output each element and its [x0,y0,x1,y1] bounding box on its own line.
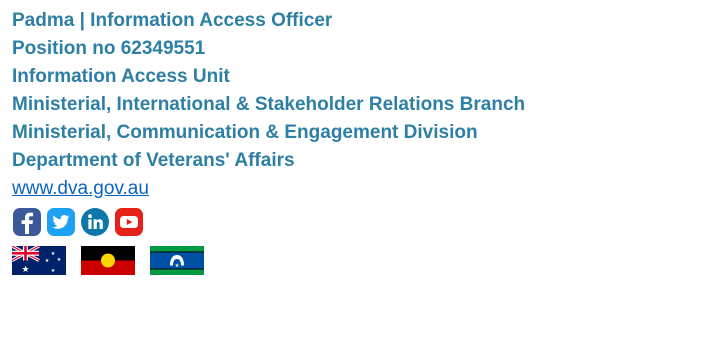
flags-row: ★ ★ ★ ★ ★ ★ [12,246,702,275]
svg-text:★: ★ [51,268,56,274]
division-name: Ministerial, Communication & Engagement … [12,122,478,143]
svg-text:★: ★ [21,265,29,275]
position-number: Position no 62349551 [12,38,206,59]
social-icons [12,206,702,238]
australian-flag: ★ ★ ★ ★ ★ [12,246,66,275]
twitter-icon[interactable] [46,207,76,237]
svg-text:★: ★ [57,257,62,263]
svg-text:★: ★ [175,263,180,269]
department-name: Department of Veterans' Affairs [12,150,295,171]
svg-text:★: ★ [45,258,50,264]
aboriginal-flag [81,246,135,275]
unit-name: Information Access Unit [12,66,230,87]
linkedin-icon[interactable] [80,207,110,237]
facebook-icon[interactable] [12,207,42,237]
email-signature: Padma | Information Access Officer Posit… [12,7,702,275]
svg-text:★: ★ [51,251,56,257]
website-link[interactable]: www.dva.gov.au [12,175,149,203]
torres-strait-islander-flag: ★ [150,246,204,275]
name-title: Padma | Information Access Officer [12,10,333,31]
youtube-icon[interactable] [114,207,144,237]
branch-name: Ministerial, International & Stakeholder… [12,94,526,115]
